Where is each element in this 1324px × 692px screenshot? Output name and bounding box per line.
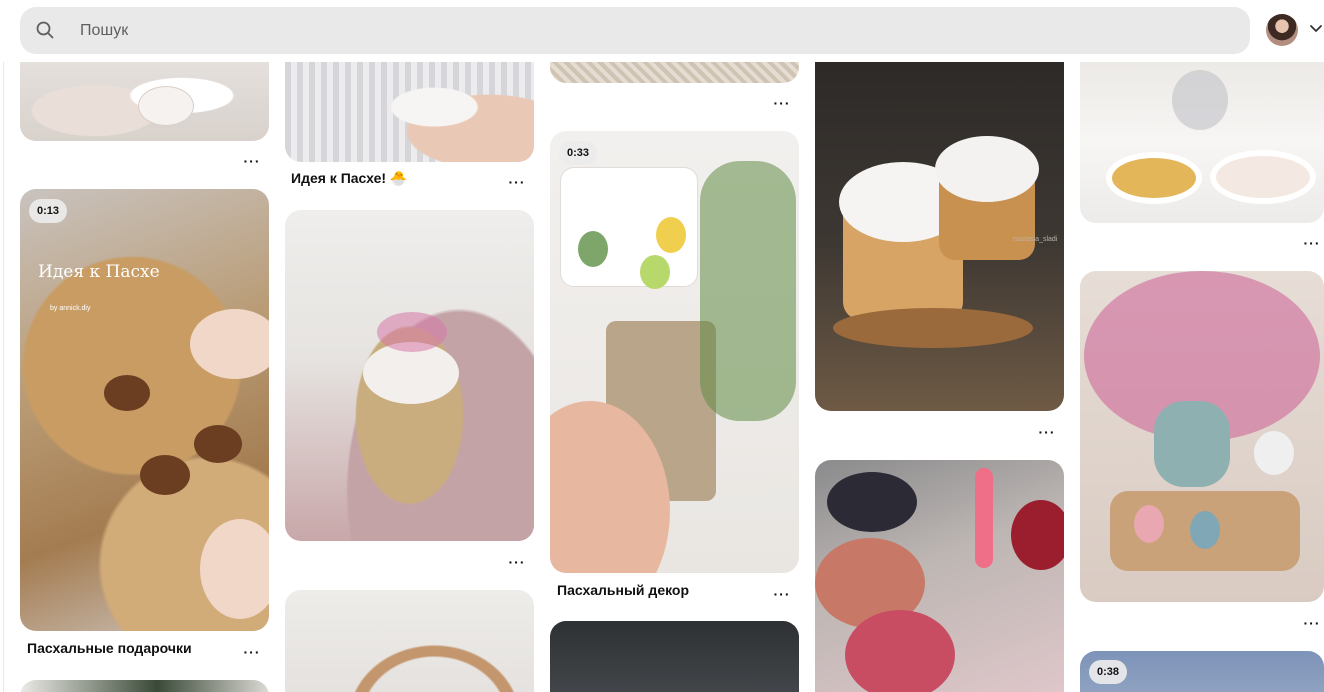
more-options-button[interactable]: ··· [506,555,528,569]
pin-image[interactable] [285,210,534,541]
video-duration-badge: 0:33 [559,141,598,165]
grapes [827,472,917,532]
more-options-button[interactable]: ··· [1301,616,1323,630]
kulich-glaze [935,136,1039,202]
wood-board [833,308,1033,348]
photo-author-watermark: nastasia_sladi [1013,236,1058,243]
pin-image[interactable] [815,460,1064,692]
greenery [700,161,796,421]
search-input[interactable] [80,7,1180,54]
pin-image[interactable] [285,590,534,692]
blue-vase [1154,401,1230,487]
video-overlay-title: Идея к Пасхе [38,262,160,282]
top-bar [0,0,1324,62]
search-icon [36,21,54,39]
pin-photo [285,590,534,692]
pink-egg [1134,505,1164,543]
glass-vase [1172,70,1228,130]
left-sidebar-edge [0,0,4,692]
egg-basket [845,610,955,692]
pin-image[interactable] [1080,40,1324,223]
pin-image[interactable] [20,680,269,692]
more-options-button[interactable]: ··· [1301,236,1323,250]
chocolate-nest [104,375,150,411]
pink-flowers [377,312,447,352]
video-overlay-author: by annick.diy [50,305,91,312]
pin-image[interactable] [1080,271,1324,602]
more-options-button[interactable]: ··· [241,154,263,168]
search-bar[interactable] [20,7,1250,54]
more-options-button[interactable]: ··· [506,175,528,189]
green-egg [578,231,608,267]
pin-caption[interactable]: Идея к Пасхе! 🐣 [291,170,407,187]
yellow-egg [656,217,686,253]
blue-egg [1190,511,1220,549]
more-options-button[interactable]: ··· [771,587,793,601]
chocolate-nest [140,455,190,495]
pink-candle [975,468,993,568]
more-options-button[interactable]: ··· [771,96,793,110]
more-options-button[interactable]: ··· [1036,425,1058,439]
berry-cake [1210,150,1316,204]
pin-image[interactable] [550,621,799,692]
video-duration-badge: 0:13 [29,199,68,223]
pin-video[interactable]: 0:33 [550,131,799,573]
avatar[interactable] [1266,14,1298,46]
pin-video[interactable]: 0:38 [1080,651,1324,692]
red-flowers [1011,500,1064,570]
pin-caption[interactable]: Пасхальный декор [557,582,689,598]
pin-photo [550,621,799,692]
pin-photo [20,680,269,692]
pin-caption[interactable]: Пасхальные подарочки [27,640,192,656]
pin-video[interactable]: Идея к Пасхе by annick.diy 0:13 [20,189,269,631]
bunny-figurine [1254,431,1294,475]
gift-bow [138,86,194,126]
lime-egg [640,255,670,289]
chocolate-nest [194,425,242,463]
chevron-down-icon[interactable] [1309,22,1323,36]
video-duration-badge: 0:38 [1089,660,1128,684]
lemon-tart [1106,152,1202,204]
pin-image[interactable]: nastasia_sladi [815,40,1064,411]
more-options-button[interactable]: ··· [241,645,263,659]
